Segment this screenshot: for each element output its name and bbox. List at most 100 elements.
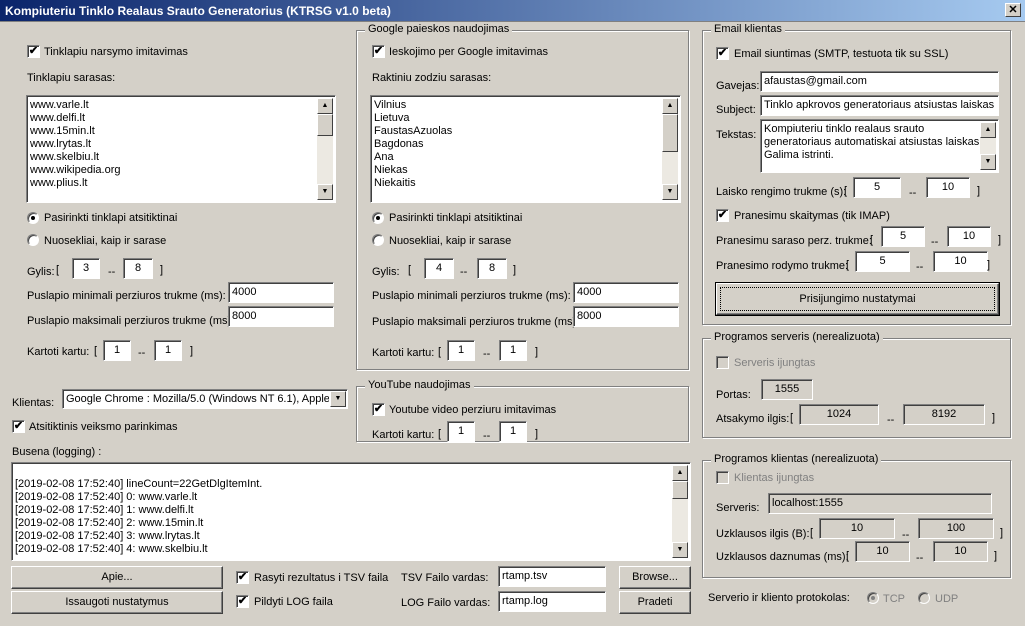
request-length-min[interactable]: 10: [819, 518, 895, 539]
save-settings-button[interactable]: Issaugoti nustatymus: [11, 591, 223, 614]
bracket-open: [: [810, 527, 814, 539]
email-text-area[interactable]: Kompiuteriu tinklo realaus srauto generat…: [760, 119, 999, 173]
scroll-up-icon[interactable]: ▲: [672, 465, 688, 481]
google-repeat-min[interactable]: 1: [447, 340, 475, 361]
list-item[interactable]: Bagdonas: [374, 138, 662, 151]
tsv-filename-input[interactable]: rtamp.tsv: [498, 566, 606, 587]
google-min-time-input[interactable]: 4000: [573, 282, 679, 303]
log-scrollbar[interactable]: ▲ ▼: [672, 465, 688, 558]
show-time-max[interactable]: 10: [933, 251, 988, 272]
write-log-checkbox[interactable]: ✔: [236, 595, 249, 608]
write-tsv-checkbox[interactable]: ✔: [236, 571, 249, 584]
scroll-up-icon[interactable]: ▲: [662, 98, 678, 114]
browse-button[interactable]: Browse...: [619, 566, 691, 589]
browsing-radio-random[interactable]: [27, 212, 39, 224]
connection-settings-button[interactable]: Prisijungimo nustatymai: [715, 282, 1000, 316]
log-line[interactable]: [2019-02-08 17:52:40] 4: www.skelbiu.lt: [15, 543, 672, 556]
port-input[interactable]: 1555: [761, 379, 813, 400]
list-item[interactable]: www.15min.lt: [30, 125, 317, 138]
response-length-max[interactable]: 8192: [903, 404, 985, 425]
scroll-thumb[interactable]: [317, 114, 333, 136]
list-item[interactable]: www.varle.lt: [30, 99, 317, 112]
list-item[interactable]: Ana: [374, 151, 662, 164]
log-line[interactable]: [2019-02-08 17:52:40] lineCount=22GetDlg…: [15, 478, 672, 491]
request-length-max[interactable]: 100: [918, 518, 994, 539]
google-depth-min[interactable]: 4: [424, 258, 454, 279]
list-time-max[interactable]: 10: [947, 226, 991, 247]
email-subject-input[interactable]: Tinklo apkrovos generatoriaus atsiustas …: [760, 95, 999, 116]
browsing-max-time-input[interactable]: 8000: [228, 306, 334, 327]
sites-scrollbar[interactable]: ▲ ▼: [317, 98, 333, 200]
log-line[interactable]: [2019-02-08 17:52:40] 3: www.lrytas.lt: [15, 530, 672, 543]
browsing-imitate-checkbox[interactable]: ✔: [27, 45, 40, 58]
close-button[interactable]: ✕: [1005, 3, 1021, 17]
keywords-listbox[interactable]: Vilnius Lietuva FaustasAzuolas Bagdonas Ana N…: [370, 95, 681, 203]
compose-time-min[interactable]: 5: [853, 177, 901, 198]
request-freq-min[interactable]: 10: [855, 541, 910, 562]
list-item[interactable]: www.plius.lt: [30, 177, 317, 190]
email-send-checkbox[interactable]: ✔: [716, 47, 729, 60]
response-length-min[interactable]: 1024: [799, 404, 879, 425]
pc-server-input[interactable]: localhost:1555: [768, 493, 992, 514]
start-button[interactable]: Pradeti: [619, 591, 691, 614]
log-textbox[interactable]: [2019-02-08 17:52:40] lineCount=22GetDlg…: [11, 462, 691, 561]
about-button[interactable]: Apie...: [11, 566, 223, 589]
email-text-line[interactable]: Galima istrinti.: [764, 149, 980, 162]
google-repeat-max[interactable]: 1: [499, 340, 527, 361]
compose-time-max[interactable]: 10: [926, 177, 970, 198]
email-text-line[interactable]: generatoriaus automatiskai atsiustas lai…: [764, 136, 982, 149]
scroll-thumb[interactable]: [672, 481, 688, 499]
list-item[interactable]: www.lrytas.lt: [30, 138, 317, 151]
browsing-radio-sequential[interactable]: [27, 234, 39, 246]
list-item[interactable]: www.skelbiu.lt: [30, 151, 317, 164]
read-messages-checkbox[interactable]: ✔: [716, 209, 729, 222]
scroll-up-icon[interactable]: ▲: [980, 122, 996, 138]
protocol-tcp-radio[interactable]: [867, 592, 879, 604]
list-item[interactable]: Niekaitis: [374, 177, 662, 190]
list-item[interactable]: FaustasAzuolas: [374, 125, 662, 138]
client-enabled-checkbox[interactable]: [716, 471, 729, 484]
log-line[interactable]: [2019-02-08 17:52:40] 1: www.delfi.lt: [15, 504, 672, 517]
youtube-imitate-checkbox[interactable]: ✔: [372, 403, 385, 416]
list-item[interactable]: Niekas: [374, 164, 662, 177]
client-select[interactable]: Google Chrome : Mozilla/5.0 (Windows NT …: [62, 389, 348, 409]
list-item[interactable]: Lietuva: [374, 112, 662, 125]
title-bar[interactable]: Kompiuteriu Tinklo Realaus Srauto Genera…: [0, 0, 1025, 22]
browsing-repeat-max[interactable]: 1: [154, 340, 182, 361]
list-item[interactable]: www.delfi.lt: [30, 112, 317, 125]
request-freq-max[interactable]: 10: [933, 541, 988, 562]
keywords-scrollbar[interactable]: ▲ ▼: [662, 98, 678, 200]
list-item[interactable]: Vilnius: [374, 99, 662, 112]
scroll-up-icon[interactable]: ▲: [317, 98, 333, 114]
browsing-min-time-input[interactable]: 4000: [228, 282, 334, 303]
server-enabled-checkbox[interactable]: [716, 356, 729, 369]
google-radio-random[interactable]: [372, 212, 384, 224]
log-filename-input[interactable]: rtamp.log: [498, 591, 606, 612]
random-action-checkbox[interactable]: ✔: [12, 420, 25, 433]
log-line[interactable]: [2019-02-08 17:52:40] 0: www.varle.lt: [15, 491, 672, 504]
chevron-down-icon[interactable]: ▼: [330, 391, 346, 407]
scroll-down-icon[interactable]: ▼: [980, 154, 996, 170]
youtube-repeat-min[interactable]: 1: [447, 421, 475, 442]
google-max-time-input[interactable]: 8000: [573, 306, 679, 327]
sites-listbox[interactable]: www.varle.lt www.delfi.lt www.15min.lt www.…: [26, 95, 336, 203]
google-imitate-checkbox[interactable]: ✔: [372, 45, 385, 58]
scroll-down-icon[interactable]: ▼: [672, 542, 688, 558]
email-text-line[interactable]: Kompiuteriu tinklo realaus srauto: [764, 123, 980, 136]
email-text-scrollbar[interactable]: ▲ ▼: [980, 122, 996, 170]
show-time-min[interactable]: 5: [855, 251, 910, 272]
scroll-thumb[interactable]: [662, 114, 678, 152]
protocol-udp-radio[interactable]: [918, 592, 930, 604]
log-line[interactable]: [2019-02-08 17:52:40] 2: www.15min.lt: [15, 517, 672, 530]
google-radio-sequential[interactable]: [372, 234, 384, 246]
google-depth-max[interactable]: 8: [477, 258, 507, 279]
list-time-min[interactable]: 5: [881, 226, 925, 247]
scroll-down-icon[interactable]: ▼: [662, 184, 678, 200]
list-item[interactable]: www.wikipedia.org: [30, 164, 317, 177]
youtube-repeat-max[interactable]: 1: [499, 421, 527, 442]
email-to-input[interactable]: afaustas@gmail.com: [760, 71, 999, 92]
browsing-depth-max[interactable]: 8: [123, 258, 153, 279]
browsing-repeat-min[interactable]: 1: [103, 340, 131, 361]
scroll-down-icon[interactable]: ▼: [317, 184, 333, 200]
browsing-depth-min[interactable]: 3: [72, 258, 100, 279]
